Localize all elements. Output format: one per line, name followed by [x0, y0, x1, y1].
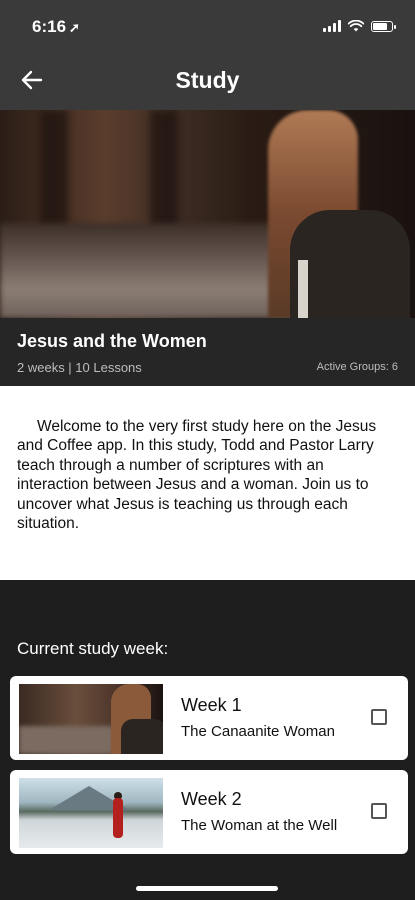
wifi-icon: [348, 20, 364, 32]
week-checkbox[interactable]: [371, 803, 387, 819]
study-description-text: Welcome to the very first study here on …: [17, 418, 377, 533]
week-checkbox[interactable]: [371, 709, 387, 725]
status-time: 6:16 ➚: [32, 17, 80, 37]
location-arrow-icon: ➚: [69, 20, 80, 35]
week-card[interactable]: Week 2 The Woman at the Well: [10, 770, 408, 854]
status-bar: 6:16 ➚: [0, 0, 415, 52]
week-thumbnail: [19, 684, 163, 754]
active-groups-count: Active Groups: 6: [316, 361, 398, 373]
week-section: Current study week: Week 1 The Canaanite…: [0, 580, 415, 900]
week-subtitle: The Canaanite Woman: [181, 723, 335, 740]
study-description: Welcome to the very first study here on …: [0, 386, 415, 580]
nav-bar: Study: [0, 52, 415, 110]
study-info-panel: Jesus and the Women 2 weeks | 10 Lessons…: [0, 318, 415, 386]
study-title: Jesus and the Women: [17, 331, 207, 351]
cellular-signal-icon: [323, 20, 341, 32]
battery-icon: [371, 20, 396, 32]
week-name: Week 2: [181, 789, 242, 809]
status-icons: [323, 20, 396, 32]
study-hero-image: [0, 110, 415, 318]
week-name: Week 1: [181, 695, 242, 715]
current-week-label: Current study week:: [17, 639, 169, 658]
status-time-text: 6:16: [32, 17, 67, 36]
week-thumbnail: [19, 778, 163, 848]
home-indicator: [136, 886, 278, 891]
week-card[interactable]: Week 1 The Canaanite Woman: [10, 676, 408, 760]
week-subtitle: The Woman at the Well: [181, 817, 338, 834]
page-title: Study: [175, 67, 240, 93]
study-meta: 2 weeks | 10 Lessons: [17, 360, 142, 375]
